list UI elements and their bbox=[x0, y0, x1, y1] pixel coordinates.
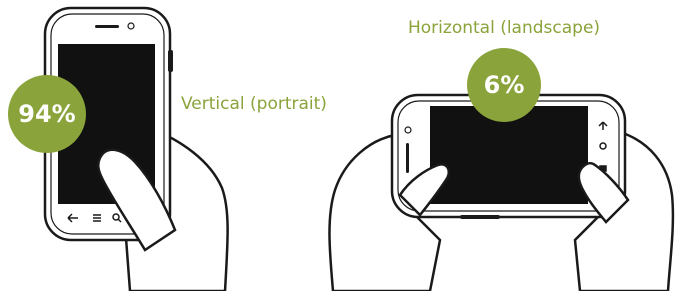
portrait-label: Vertical (portrait) bbox=[181, 94, 327, 114]
portrait-percent: 94% bbox=[18, 100, 76, 128]
phone-illustration bbox=[43, 6, 675, 291]
landscape-label: Horizontal (landscape) bbox=[408, 18, 601, 38]
portrait-phone bbox=[43, 6, 229, 291]
landscape-phone bbox=[328, 93, 675, 291]
landscape-percent-badge: 6% bbox=[467, 48, 541, 122]
landscape-speaker bbox=[406, 143, 409, 173]
portrait-speaker bbox=[95, 25, 119, 28]
landscape-percent: 6% bbox=[483, 71, 525, 99]
portrait-percent-badge: 94% bbox=[8, 75, 86, 153]
orientation-illustration: 94% Vertical (portrait) 6% Horizontal (l… bbox=[0, 0, 683, 291]
